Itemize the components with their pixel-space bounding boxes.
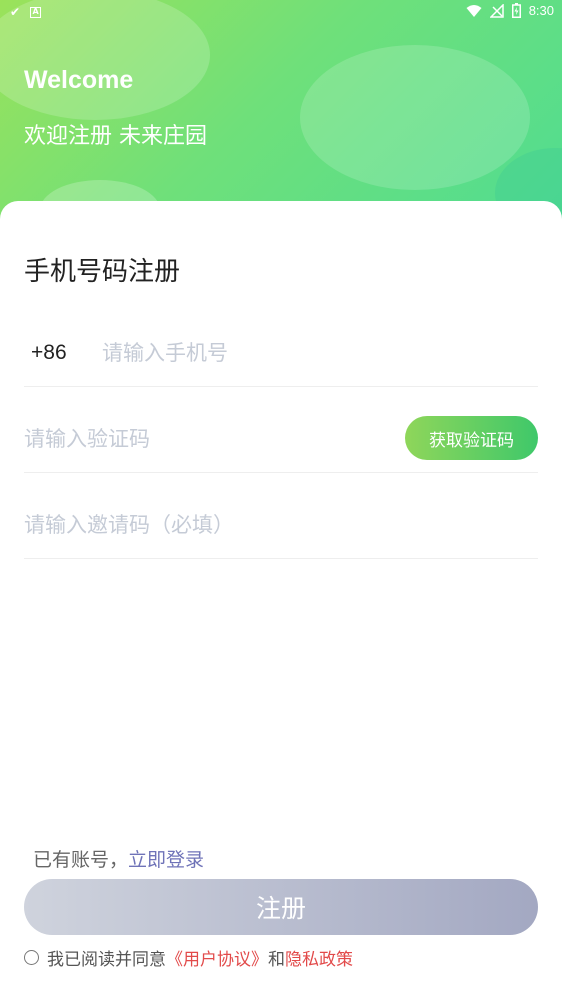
- login-hint: 已有账号，立即登录: [33, 845, 204, 872]
- agree-radio[interactable]: [24, 950, 39, 965]
- phone-row: +86: [24, 321, 538, 387]
- decor-blob: [300, 45, 530, 190]
- phone-input[interactable]: [102, 335, 502, 371]
- invite-row: [24, 493, 538, 559]
- user-agreement-link[interactable]: 《用户协议》: [166, 945, 268, 970]
- agreement-row: 我已阅读并同意 《用户协议》 和 隐私政策: [24, 945, 353, 970]
- verification-code-input[interactable]: [24, 421, 384, 457]
- status-time: 8:30: [528, 3, 554, 18]
- check-download-icon: ✔: [10, 5, 21, 19]
- text-a-icon: A: [30, 6, 42, 18]
- agree-prefix: 我已阅读并同意: [47, 950, 166, 970]
- wifi-icon: [466, 4, 482, 17]
- page-title: 手机号码注册: [24, 257, 181, 287]
- register-button[interactable]: 注册: [24, 879, 538, 935]
- battery-icon: [511, 3, 521, 18]
- welcome-subtitle: 欢迎注册 未来庄园: [24, 124, 207, 149]
- login-prefix: 已有账号，: [33, 849, 129, 871]
- get-code-button[interactable]: 获取验证码: [405, 416, 538, 460]
- login-link[interactable]: 立即登录: [128, 849, 204, 871]
- welcome-title: Welcome: [24, 66, 134, 94]
- privacy-policy-link[interactable]: 隐私政策: [285, 945, 353, 970]
- status-bar: ✔ A 8:30: [0, 0, 562, 24]
- no-signal-icon: [489, 3, 504, 18]
- country-code[interactable]: +86: [31, 341, 67, 365]
- register-card: 手机号码注册 +86 获取验证码 已有账号，立即登录 注册 我已阅读并同意 《用…: [0, 201, 562, 1000]
- agree-and: 和: [268, 950, 285, 970]
- code-row: 获取验证码: [24, 407, 538, 473]
- invite-code-input[interactable]: [24, 507, 504, 543]
